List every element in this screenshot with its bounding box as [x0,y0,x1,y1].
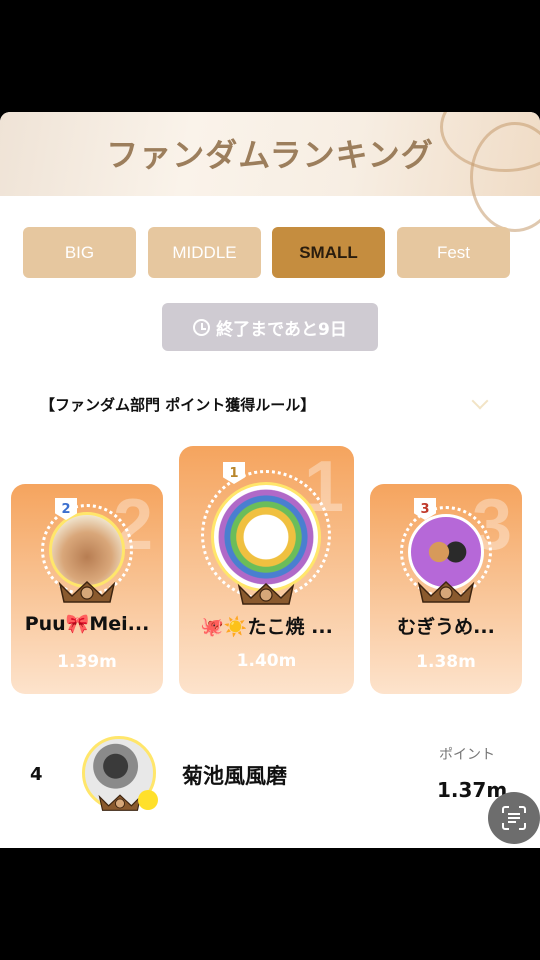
level-dot [138,790,158,810]
category-tabs: BIG MIDDLE SMALL Fest [23,227,513,279]
podium-card-rank-2[interactable]: 2 2 Puu🎀Mei... 1.39m [11,484,163,694]
row-rank: 4 [30,764,43,785]
crown-icon [98,794,142,811]
crown-icon [417,580,475,603]
podium-score: 1.39m [57,652,117,672]
podium-name: Puu🎀Mei... [24,613,150,635]
avatar [211,482,321,592]
tab-fest[interactable]: Fest [397,227,510,278]
podium-score: 1.40m [236,651,297,671]
avatar [49,512,125,588]
podium-card-rank-3[interactable]: 3 3 むぎうめ... 1.38m [370,484,522,694]
podium-name: 🐙☀️たこ焼 ... [200,616,333,638]
chevron-down-icon[interactable] [471,392,489,410]
crown-icon [237,582,295,605]
rules-link[interactable]: 【ファンダム部門 ポイント獲得ルール】 [40,394,315,415]
tab-small[interactable]: SMALL [272,227,385,278]
tab-big[interactable]: BIG [23,227,136,278]
page-title: ファンダムランキング [106,136,434,174]
countdown-label: 終了まであと9日 [216,319,347,340]
row-name: 菊池風風磨 [182,764,287,788]
ranking-banner: ファンダムランキング [0,112,540,232]
scan-text-button[interactable] [488,792,540,844]
crown-icon [58,580,116,603]
points-label: ポイント [439,747,495,763]
scan-text-icon [502,806,526,830]
podium-score: 1.38m [416,652,476,672]
list-item[interactable]: 4 菊池風風磨 ポイント 1.37m [0,732,540,832]
ranking-screen: ファンダムランキング BIG MIDDLE SMALL Fest 終了まであと9… [0,112,540,848]
countdown-badge: 終了まであと9日 [162,303,378,351]
clock-icon [193,318,211,336]
podium-name: むぎうめ... [397,616,495,638]
podium-card-rank-1[interactable]: 1 1 🐙☀️たこ焼 ... 1.40m [179,446,354,694]
tab-middle[interactable]: MIDDLE [148,227,261,278]
